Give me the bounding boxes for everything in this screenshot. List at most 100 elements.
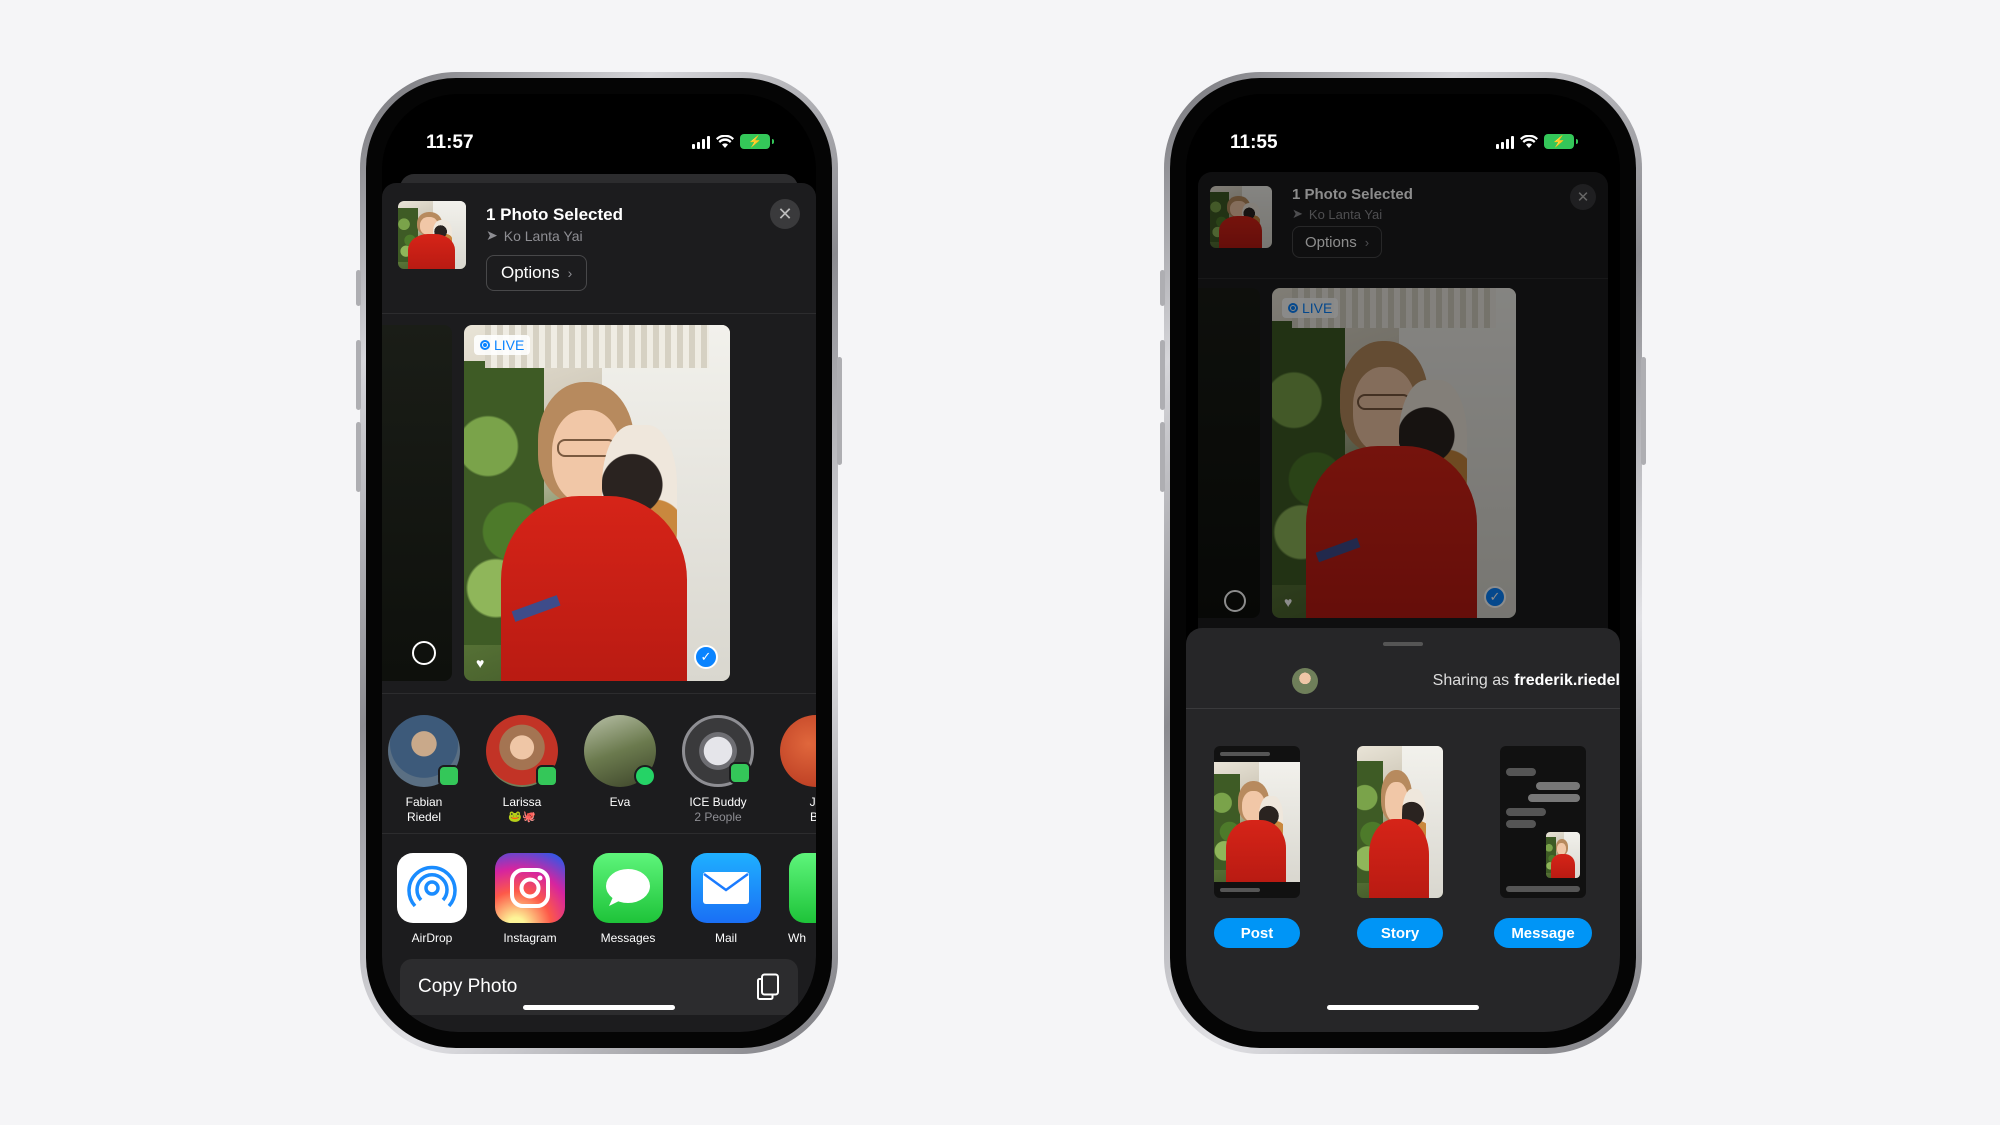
live-badge[interactable]: LIVE <box>474 335 531 355</box>
status-bar: 11:55 ⚡ <box>1186 132 1620 160</box>
person-name: Larissa <box>502 795 542 809</box>
right-screen: 11:55 ⚡ 1 Photo Selected ➤ Ko Lanta Yai … <box>1186 94 1620 1032</box>
close-icon: ✕ <box>777 203 793 224</box>
previous-photo-select-circle[interactable] <box>412 641 436 665</box>
username-label: frederik.riedel <box>1514 672 1620 689</box>
whatsapp-badge-icon <box>634 765 656 787</box>
post-button[interactable]: Post <box>1214 918 1300 948</box>
selected-photo-thumbnail <box>398 201 466 269</box>
app-name: Mail <box>714 931 737 945</box>
cellular-signal-icon <box>1496 135 1514 149</box>
person-emoji: 🐸🐙 <box>508 811 536 823</box>
message-button[interactable]: Message <box>1494 918 1592 948</box>
person-name: Fabian Riedel <box>405 795 443 824</box>
main-photo[interactable]: LIVE ♥ ✓ <box>464 325 730 681</box>
options-button[interactable]: Options › <box>486 255 588 291</box>
options-label: Options <box>501 263 560 282</box>
avatar <box>388 715 460 787</box>
person-larissa[interactable]: Larissa 🐸🐙 <box>482 715 562 825</box>
person-fabian[interactable]: Fabian Riedel <box>384 715 464 825</box>
profile-avatar <box>1292 668 1319 694</box>
live-label: LIVE <box>494 337 525 353</box>
msg-bubble <box>1536 782 1580 790</box>
message-preview[interactable] <box>1500 746 1586 898</box>
ig-divider <box>1186 708 1620 709</box>
volume-down-button <box>1160 422 1165 492</box>
close-button[interactable]: ✕ <box>770 199 800 229</box>
messages-badge-icon <box>536 765 558 787</box>
app-name: Wh <box>788 931 806 945</box>
volume-up-button <box>1160 340 1165 410</box>
person-name: ICE Buddy <box>689 795 747 809</box>
power-button <box>1641 357 1646 465</box>
cellular-signal-icon <box>692 135 710 149</box>
favorite-heart-icon: ♥ <box>476 655 485 671</box>
battery-charging-icon: ⚡ <box>1544 134 1578 149</box>
photos-divider <box>382 693 816 694</box>
avatar <box>584 715 656 787</box>
app-name: Messages <box>600 931 656 945</box>
sharing-as-label: Sharing as <box>1432 672 1510 689</box>
person-jo[interactable]: JoBr <box>776 715 816 825</box>
person-subtitle: 2 People <box>694 810 742 824</box>
right-phone: 11:55 ⚡ 1 Photo Selected ➤ Ko Lanta Yai … <box>1160 72 1646 1054</box>
msg-bubble <box>1506 768 1536 776</box>
message-preview-photo <box>1546 832 1580 878</box>
left-screen: 11:57 ⚡ 1 Photo Selected ➤ Ko Lanta Yai <box>382 94 816 1032</box>
instagram-icon <box>495 853 565 923</box>
messages-badge-icon <box>438 765 460 787</box>
preview-footer-bar <box>1220 888 1260 892</box>
person-eva[interactable]: Eva <box>580 715 660 810</box>
avatar <box>486 715 558 787</box>
app-name: AirDrop <box>411 931 453 945</box>
preview-header-bar <box>1220 752 1270 756</box>
left-phone: 11:57 ⚡ 1 Photo Selected ➤ Ko Lanta Yai <box>356 72 842 1054</box>
silent-switch <box>356 270 361 306</box>
selected-checkmark-icon[interactable]: ✓ <box>694 645 718 669</box>
app-instagram[interactable]: Instagram <box>490 853 570 945</box>
story-button[interactable]: Story <box>1357 918 1443 948</box>
copy-photo-label: Copy Photo <box>418 976 518 997</box>
status-bar: 11:57 ⚡ <box>382 132 816 160</box>
avatar <box>780 715 816 787</box>
volume-down-button <box>356 422 361 492</box>
power-button <box>837 357 842 465</box>
avatar <box>682 715 754 787</box>
live-photo-icon <box>480 340 490 350</box>
story-preview[interactable] <box>1357 746 1443 898</box>
person-name: JoBr <box>809 795 816 824</box>
previous-photo[interactable] <box>382 325 452 681</box>
app-airdrop[interactable]: AirDrop <box>392 853 472 945</box>
header-title: 1 Photo Selected <box>486 205 623 224</box>
sharing-as-row: Sharing as frederik.riedel <box>1186 668 1620 694</box>
app-name: Instagram <box>503 931 557 945</box>
mail-icon <box>691 853 761 923</box>
location-row: ➤ Ko Lanta Yai <box>486 227 583 244</box>
silent-switch <box>1160 270 1165 306</box>
instagram-share-sheet: Sharing as frederik.riedel Post Story Me… <box>1186 628 1620 1032</box>
app-mail[interactable]: Mail <box>686 853 766 945</box>
wifi-icon <box>716 134 734 148</box>
whatsapp-icon <box>789 853 816 923</box>
person-ice-buddy[interactable]: ICE Buddy 2 People <box>678 715 758 825</box>
msg-bubble <box>1528 794 1580 802</box>
story-preview-photo <box>1357 746 1443 898</box>
home-indicator[interactable] <box>1327 1005 1479 1010</box>
copy-icon <box>757 973 779 1000</box>
msg-bubble <box>1506 808 1546 816</box>
app-messages[interactable]: Messages <box>588 853 668 945</box>
preview-footer-bar <box>1506 886 1580 892</box>
share-sheet: 1 Photo Selected ➤ Ko Lanta Yai Options … <box>382 183 816 1032</box>
header-divider <box>382 313 816 314</box>
status-time: 11:55 <box>1230 132 1278 153</box>
post-preview-photo <box>1214 762 1300 882</box>
wifi-icon <box>1520 134 1538 148</box>
people-divider <box>382 833 816 834</box>
messages-icon <box>593 853 663 923</box>
sheet-grabber[interactable] <box>1383 642 1423 646</box>
msg-bubble <box>1506 820 1536 828</box>
home-indicator[interactable] <box>523 1005 675 1010</box>
app-whatsapp[interactable]: Wh <box>784 853 816 945</box>
status-time: 11:57 <box>426 132 474 153</box>
post-preview[interactable] <box>1214 746 1300 898</box>
